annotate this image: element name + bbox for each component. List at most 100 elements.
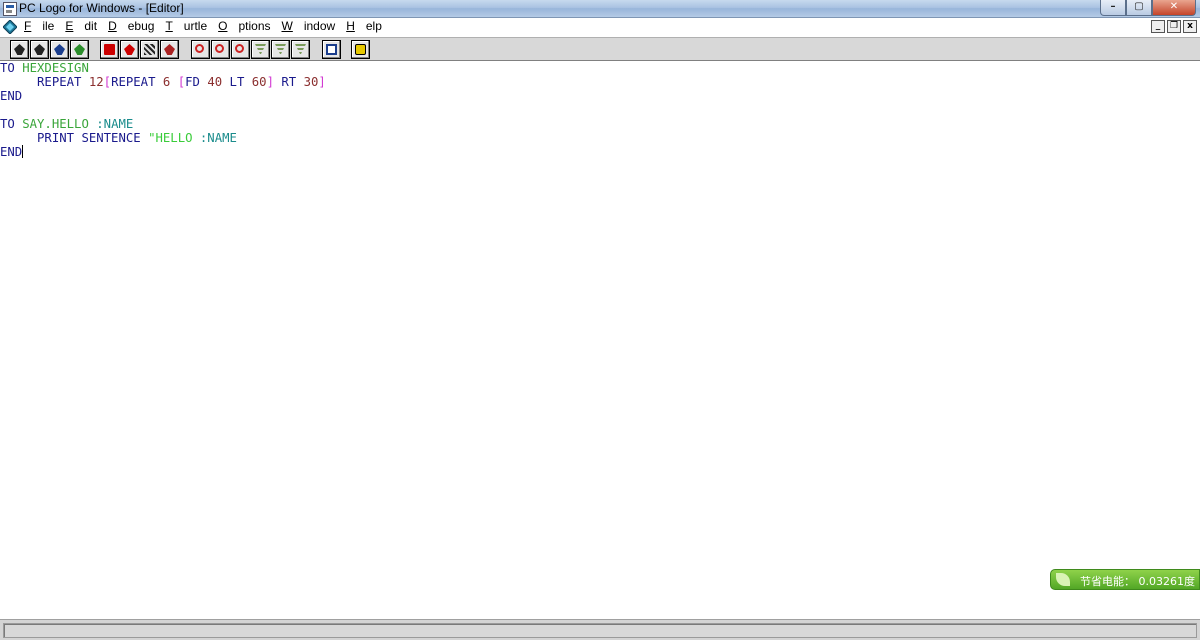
help-icon [355, 44, 366, 55]
menu-bar: File Edit Debug Turtle Options Window Help _ ❐ x [0, 18, 1200, 36]
menu-item-debug[interactable]: Debug [108, 19, 154, 33]
code-token: PRINT [0, 131, 82, 145]
code-token: SENTENCE [81, 131, 149, 145]
menu-item-window[interactable]: Window [282, 19, 336, 33]
minimize-button[interactable]: – [1100, 0, 1126, 16]
print-icon [54, 44, 65, 55]
code-token: ] [318, 75, 326, 89]
maximize-icon: ▢ [1134, 1, 1144, 12]
edit-button[interactable] [70, 40, 89, 59]
code-line[interactable]: TO SAY.HELLO :NAME [0, 117, 133, 131]
code-token: :NAME [96, 117, 134, 131]
code-token: REPEAT [111, 75, 163, 89]
energy-saving-text: 节省电能： 0.03261度 [1080, 575, 1195, 588]
menu-accelerator: H [346, 19, 355, 33]
code-token: TO [0, 61, 23, 75]
speed-slow-icon [295, 44, 306, 55]
code-line[interactable]: PRINT SENTENCE "HELLO :NAME [0, 131, 237, 145]
zoom-red-button[interactable] [211, 40, 230, 59]
bug-icon [124, 44, 135, 55]
mdi-restore-button[interactable]: ❐ [1167, 20, 1181, 33]
stop-button[interactable] [100, 40, 119, 59]
menu-item-file[interactable]: File [24, 19, 54, 33]
menu-label-rest: ebug [127, 19, 155, 33]
leaf-icon [1056, 573, 1070, 586]
code-token: 60 [251, 75, 267, 89]
menu-item-turtle[interactable]: Turtle [165, 19, 207, 33]
app-window-icon [3, 2, 17, 16]
minimize-icon: – [1110, 1, 1116, 12]
code-token: :NAME [199, 131, 237, 145]
print-button[interactable] [50, 40, 69, 59]
menu-label-rest: ile [42, 19, 55, 33]
menu-accelerator: T [165, 19, 173, 33]
menu-item-edit[interactable]: Edit [65, 19, 97, 33]
speed-medium-icon [275, 44, 286, 55]
code-token: RT [281, 75, 304, 89]
mdi-controls: _ ❐ x [1149, 20, 1197, 33]
menu-label-rest: ptions [238, 19, 271, 33]
zoom-in-icon [195, 44, 204, 53]
mdi-minimize-button[interactable]: _ [1151, 20, 1165, 33]
code-token: HEXDESIGN [22, 61, 89, 75]
menu-item-options[interactable]: Options [218, 19, 270, 33]
code-token: 6 [162, 75, 178, 89]
turtle-open-button[interactable] [10, 40, 29, 59]
speed-slow-button[interactable] [291, 40, 310, 59]
menu-label-rest: elp [365, 19, 382, 33]
code-token: 40 [207, 75, 230, 89]
turtle-save-button[interactable] [30, 40, 49, 59]
close-icon: ✕ [1169, 1, 1179, 12]
code-token: 12 [88, 75, 104, 89]
menu-label-rest: urtle [183, 19, 208, 33]
code-line[interactable]: TO HEXDESIGN [0, 61, 89, 75]
code-token: LT [229, 75, 252, 89]
code-token: END [0, 145, 23, 159]
code-token: 30 [303, 75, 319, 89]
bug-button[interactable] [120, 40, 139, 59]
speed-medium-button[interactable] [271, 40, 290, 59]
menu-accelerator: E [65, 19, 74, 33]
window-controls: – ▢ ✕ [1100, 0, 1196, 16]
code-token: TO [0, 117, 23, 131]
mdi-close-button[interactable]: x [1183, 20, 1197, 33]
speed-fast-icon [255, 44, 266, 55]
status-panel [3, 623, 1197, 638]
toolbar [0, 37, 1200, 61]
turtle-save-icon [34, 44, 45, 55]
code-token: END [0, 89, 23, 103]
zoom-red-icon [215, 44, 224, 53]
energy-saving-badge[interactable]: 节省电能： 0.03261度 [1050, 569, 1200, 590]
maximize-button[interactable]: ▢ [1126, 0, 1152, 16]
hatch-icon [144, 44, 155, 55]
menu-item-help[interactable]: Help [346, 19, 382, 33]
menu-accelerator: W [281, 19, 293, 33]
speed-fast-button[interactable] [251, 40, 270, 59]
code-token: SAY.HELLO [22, 117, 97, 131]
zoom-out-button[interactable] [231, 40, 250, 59]
stop-icon [104, 44, 115, 55]
edit-icon [74, 44, 85, 55]
menu-accelerator: F [24, 19, 32, 33]
title-bar: PC Logo for Windows - [Editor] – ▢ ✕ [0, 0, 1200, 18]
menu-accelerator: D [108, 19, 117, 33]
menu-accelerator: O [218, 19, 228, 33]
code-token: [ [177, 75, 186, 89]
hatch-button[interactable] [140, 40, 159, 59]
zoom-in-button[interactable] [191, 40, 210, 59]
menu-label-rest: indow [303, 19, 336, 33]
step-button[interactable] [160, 40, 179, 59]
code-token: FD [185, 75, 208, 89]
window-title: PC Logo for Windows - [Editor] [19, 1, 184, 15]
zoom-out-icon [235, 44, 244, 53]
code-editor[interactable]: TO HEXDESIGN REPEAT 12[REPEAT 6 [FD 40 L… [0, 61, 1200, 619]
code-line[interactable]: END [0, 89, 22, 103]
window-button[interactable] [322, 40, 341, 59]
help-button[interactable] [351, 40, 370, 59]
close-button[interactable]: ✕ [1152, 0, 1196, 16]
code-token: ] [266, 75, 282, 89]
window-icon [326, 44, 337, 55]
code-line[interactable]: REPEAT 12[REPEAT 6 [FD 40 LT 60] RT 30] [0, 75, 326, 89]
logo-turtle-icon[interactable] [3, 20, 17, 34]
code-line[interactable]: END [0, 145, 24, 159]
